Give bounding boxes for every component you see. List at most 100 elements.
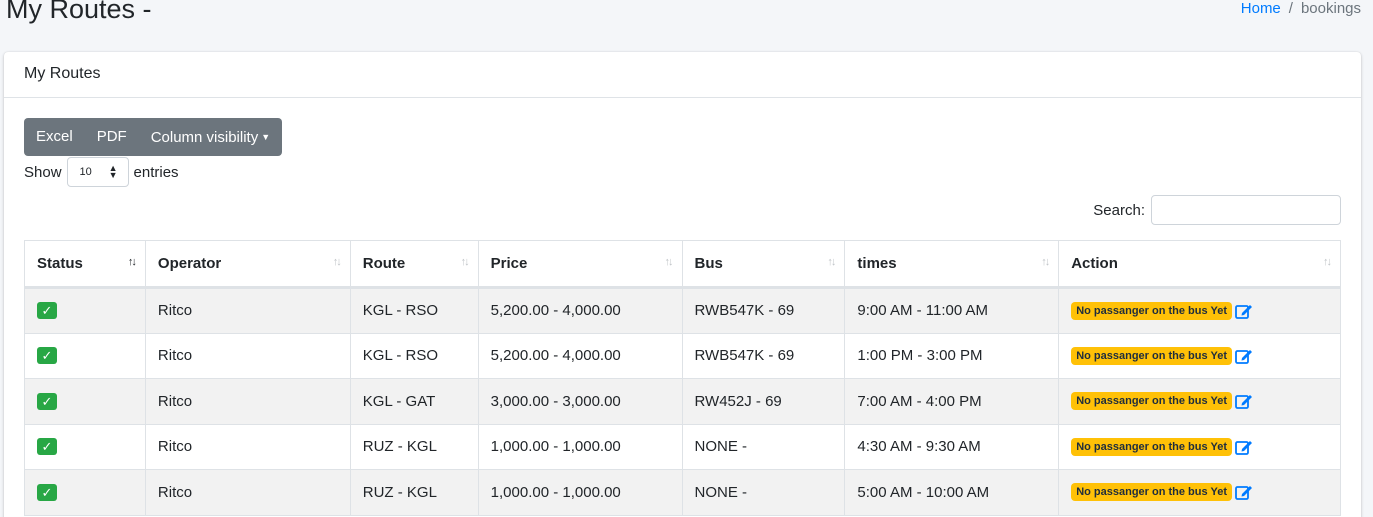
sort-arrows-icon: ↑↓: [1041, 256, 1050, 268]
column-header-bus[interactable]: Bus ↑↓: [681, 240, 846, 289]
check-square-icon: ✓: [37, 483, 57, 501]
edit-icon[interactable]: [1235, 303, 1253, 319]
check-square-icon: ✓: [37, 347, 57, 365]
operator-cell: Ritco: [144, 423, 351, 470]
caret-down-icon: ▼: [261, 132, 271, 142]
action-cell: No passanger on the bus Yet: [1058, 287, 1341, 334]
entries-select[interactable]: 10 ▲ ▼: [66, 157, 129, 187]
entries-select-value: 10: [79, 166, 92, 178]
table-header-row: Status ↑↓ Operator ↑↓ Route ↑↓ Price ↑↓ Bus ↑…: [24, 240, 1341, 289]
search-input[interactable]: [1151, 195, 1341, 225]
routes-table: Status ↑↓ Operator ↑↓ Route ↑↓ Price ↑↓ Bus ↑…: [24, 240, 1341, 516]
edit-icon[interactable]: [1235, 393, 1253, 410]
breadcrumb-home-link[interactable]: Home: [1241, 0, 1281, 17]
table-row: ✓ Ritco RUZ - KGL 1,000.00 - 1,000.00 NO…: [24, 423, 1341, 470]
status-cell: ✓: [24, 378, 146, 425]
column-visibility-label: Column visibility: [150, 129, 259, 146]
times-cell: 4:30 AM - 9:30 AM: [844, 423, 1060, 470]
route-cell: KGL - RSO: [349, 332, 479, 379]
breadcrumb: Home / bookings: [1241, 0, 1361, 17]
price-cell: 5,200.00 - 4,000.00: [477, 287, 683, 334]
edit-icon[interactable]: [1235, 348, 1253, 364]
column-header-label: Operator: [157, 255, 222, 272]
search-wrap: Search:: [1093, 195, 1341, 225]
route-cell: RUZ - KGL: [349, 423, 479, 470]
bus-cell: RWB547K - 69: [681, 332, 846, 379]
column-header-route[interactable]: Route ↑↓: [349, 240, 479, 289]
check-square-icon: ✓: [37, 302, 57, 320]
card-title: My Routes: [4, 52, 1361, 98]
price-cell: 5,200.00 - 4,000.00: [477, 332, 683, 379]
column-header-status[interactable]: Status ↑↓: [24, 240, 146, 289]
breadcrumb-separator: /: [1288, 0, 1293, 17]
column-header-action[interactable]: Action ↑↓: [1058, 240, 1341, 289]
search-label: Search:: [1093, 201, 1145, 219]
edit-icon[interactable]: [1235, 439, 1253, 455]
table-body: ✓ Ritco KGL - RSO 5,200.00 - 4,000.00 RW…: [24, 287, 1341, 516]
status-cell: ✓: [24, 287, 146, 334]
column-header-label: Bus: [694, 255, 723, 272]
action-cell: No passanger on the bus Yet: [1058, 423, 1341, 470]
price-cell: 1,000.00 - 1,000.00: [477, 469, 683, 516]
times-cell: 5:00 AM - 10:00 AM: [844, 469, 1060, 516]
times-cell: 7:00 AM - 4:00 PM: [844, 378, 1060, 425]
status-badge: No passanger on the bus Yet: [1071, 346, 1232, 365]
column-header-label: Route: [362, 255, 406, 272]
times-cell: 9:00 AM - 11:00 AM: [844, 287, 1060, 334]
status-badge: No passanger on the bus Yet: [1071, 483, 1232, 502]
breadcrumb-current: bookings: [1300, 0, 1361, 17]
check-square-icon: ✓: [37, 392, 57, 410]
table-row: ✓ Ritco KGL - RSO 5,200.00 - 4,000.00 RW…: [24, 332, 1341, 379]
price-cell: 3,000.00 - 3,000.00: [477, 378, 683, 425]
table-row: ✓ Ritco KGL - RSO 5,200.00 - 4,000.00 RW…: [24, 287, 1341, 334]
table-row: ✓ Ritco RUZ - KGL 1,000.00 - 1,000.00 NO…: [24, 469, 1341, 516]
column-header-label: Price: [490, 255, 528, 272]
times-cell: 1:00 PM - 3:00 PM: [844, 332, 1060, 379]
sort-arrows-icon: ↑↓: [332, 256, 342, 268]
entries-label: entries: [133, 163, 179, 181]
operator-cell: Ritco: [144, 332, 351, 379]
sort-arrows-icon: ↑↓: [1323, 256, 1332, 268]
column-header-label: Status: [37, 255, 83, 272]
operator-cell: Ritco: [144, 469, 351, 516]
select-arrows-icon: ▲ ▼: [108, 163, 118, 180]
show-entries: Show 10 ▲ ▼ entries: [24, 156, 179, 188]
column-visibility-button[interactable]: Column visibility ▼: [139, 118, 282, 156]
sort-arrows-icon: ↑↓: [827, 256, 836, 268]
price-cell: 1,000.00 - 1,000.00: [477, 423, 683, 470]
check-square-icon: ✓: [37, 438, 57, 456]
page-title: My Routes -: [6, 0, 152, 24]
table-row: ✓ Ritco KGL - GAT 3,000.00 - 3,000.00 RW…: [24, 378, 1341, 425]
action-cell: No passanger on the bus Yet: [1058, 332, 1341, 379]
column-header-times[interactable]: times ↑↓: [844, 240, 1060, 289]
operator-cell: Ritco: [144, 378, 351, 425]
sort-arrows-icon: ↑↓: [460, 256, 470, 268]
bus-cell: RW452J - 69: [681, 378, 846, 425]
show-label: Show: [24, 163, 62, 181]
column-header-label: Action: [1071, 255, 1118, 272]
export-button-group: Excel PDF Column visibility ▼: [24, 118, 283, 156]
status-cell: ✓: [24, 469, 146, 516]
bus-cell: NONE -: [681, 423, 846, 470]
pdf-button[interactable]: PDF: [85, 118, 139, 156]
route-cell: KGL - GAT: [349, 378, 479, 425]
status-cell: ✓: [24, 332, 146, 379]
bus-cell: RWB547K - 69: [681, 287, 846, 334]
column-header-label: times: [857, 255, 897, 272]
edit-icon[interactable]: [1235, 484, 1253, 501]
status-badge: No passanger on the bus Yet: [1071, 392, 1232, 411]
column-header-operator[interactable]: Operator ↑↓: [144, 240, 351, 289]
action-cell: No passanger on the bus Yet: [1058, 469, 1341, 516]
column-header-price[interactable]: Price ↑↓: [477, 240, 683, 289]
routes-card: My Routes Excel PDF Column visibility ▼ S…: [4, 52, 1361, 517]
action-cell: No passanger on the bus Yet: [1058, 378, 1341, 425]
sort-asc-icon: ↑↓: [127, 256, 137, 268]
status-badge: No passanger on the bus Yet: [1071, 437, 1232, 456]
operator-cell: Ritco: [144, 287, 351, 334]
status-badge: No passanger on the bus Yet: [1071, 301, 1232, 320]
status-cell: ✓: [24, 423, 146, 470]
route-cell: RUZ - KGL: [349, 469, 479, 516]
route-cell: KGL - RSO: [349, 287, 479, 334]
sort-arrows-icon: ↑↓: [664, 256, 674, 268]
excel-button[interactable]: Excel: [24, 118, 85, 156]
